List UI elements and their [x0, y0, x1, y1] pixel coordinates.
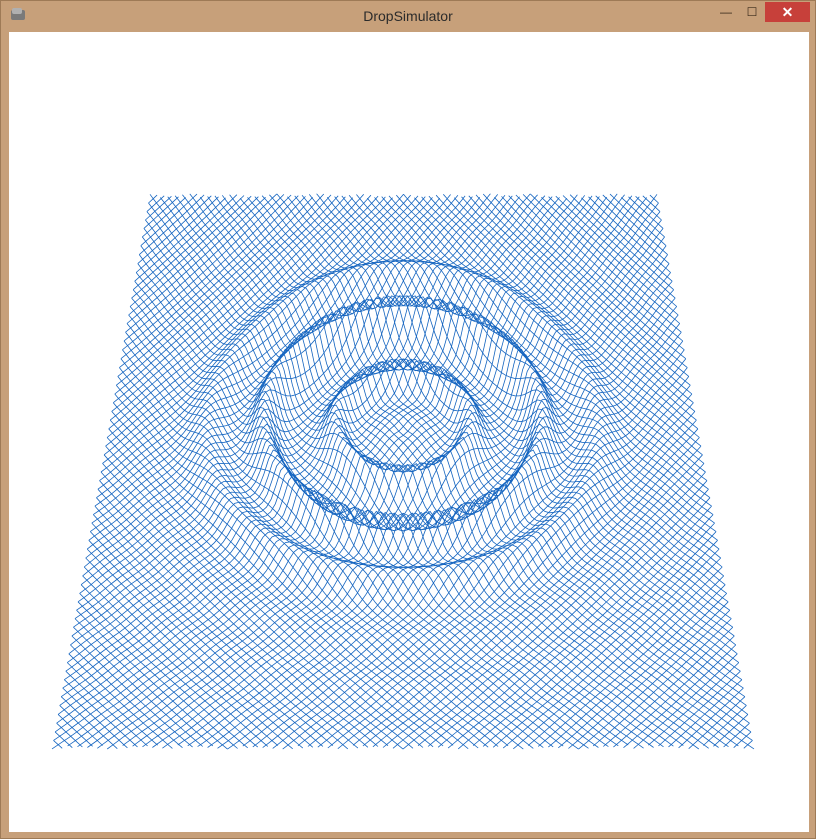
mesh-line: [316, 193, 723, 568]
title-bar[interactable]: DropSimulator — ☐ ✕: [1, 1, 815, 31]
mesh-line: [502, 548, 720, 749]
mesh-line: [207, 196, 744, 689]
mesh-line: [86, 548, 304, 749]
close-button[interactable]: ✕: [765, 2, 810, 22]
close-icon: ✕: [781, 3, 794, 20]
mesh-line: [111, 196, 346, 412]
mesh-line: [123, 194, 285, 342]
mesh-line: [688, 696, 746, 749]
mesh-line: [132, 254, 668, 747]
mesh-line: [522, 194, 684, 342]
mesh-line: [421, 196, 703, 456]
window-title: DropSimulator: [363, 8, 453, 24]
mesh-line: [80, 194, 506, 586]
mesh-line: [461, 196, 696, 412]
simulation-canvas[interactable]: [9, 32, 809, 832]
mesh-line: [138, 254, 674, 747]
wave-mesh: [51, 193, 755, 750]
maximize-icon: ☐: [746, 5, 758, 19]
mesh-line: [362, 437, 700, 747]
app-window: DropSimulator — ☐ ✕: [0, 0, 816, 839]
mesh-line: [131, 297, 619, 747]
mesh-line: [658, 670, 741, 747]
mesh-line: [106, 437, 444, 747]
mesh-line: [90, 531, 324, 747]
minimize-icon: —: [720, 5, 732, 19]
minimize-button[interactable]: —: [713, 2, 739, 22]
mesh-line: [77, 211, 661, 748]
mesh-line: [64, 679, 138, 748]
mesh-line: [668, 679, 743, 748]
maximize-button[interactable]: ☐: [739, 2, 765, 22]
mesh-line: [482, 531, 717, 747]
mesh-line: [60, 696, 118, 749]
mesh-line: [65, 670, 148, 747]
